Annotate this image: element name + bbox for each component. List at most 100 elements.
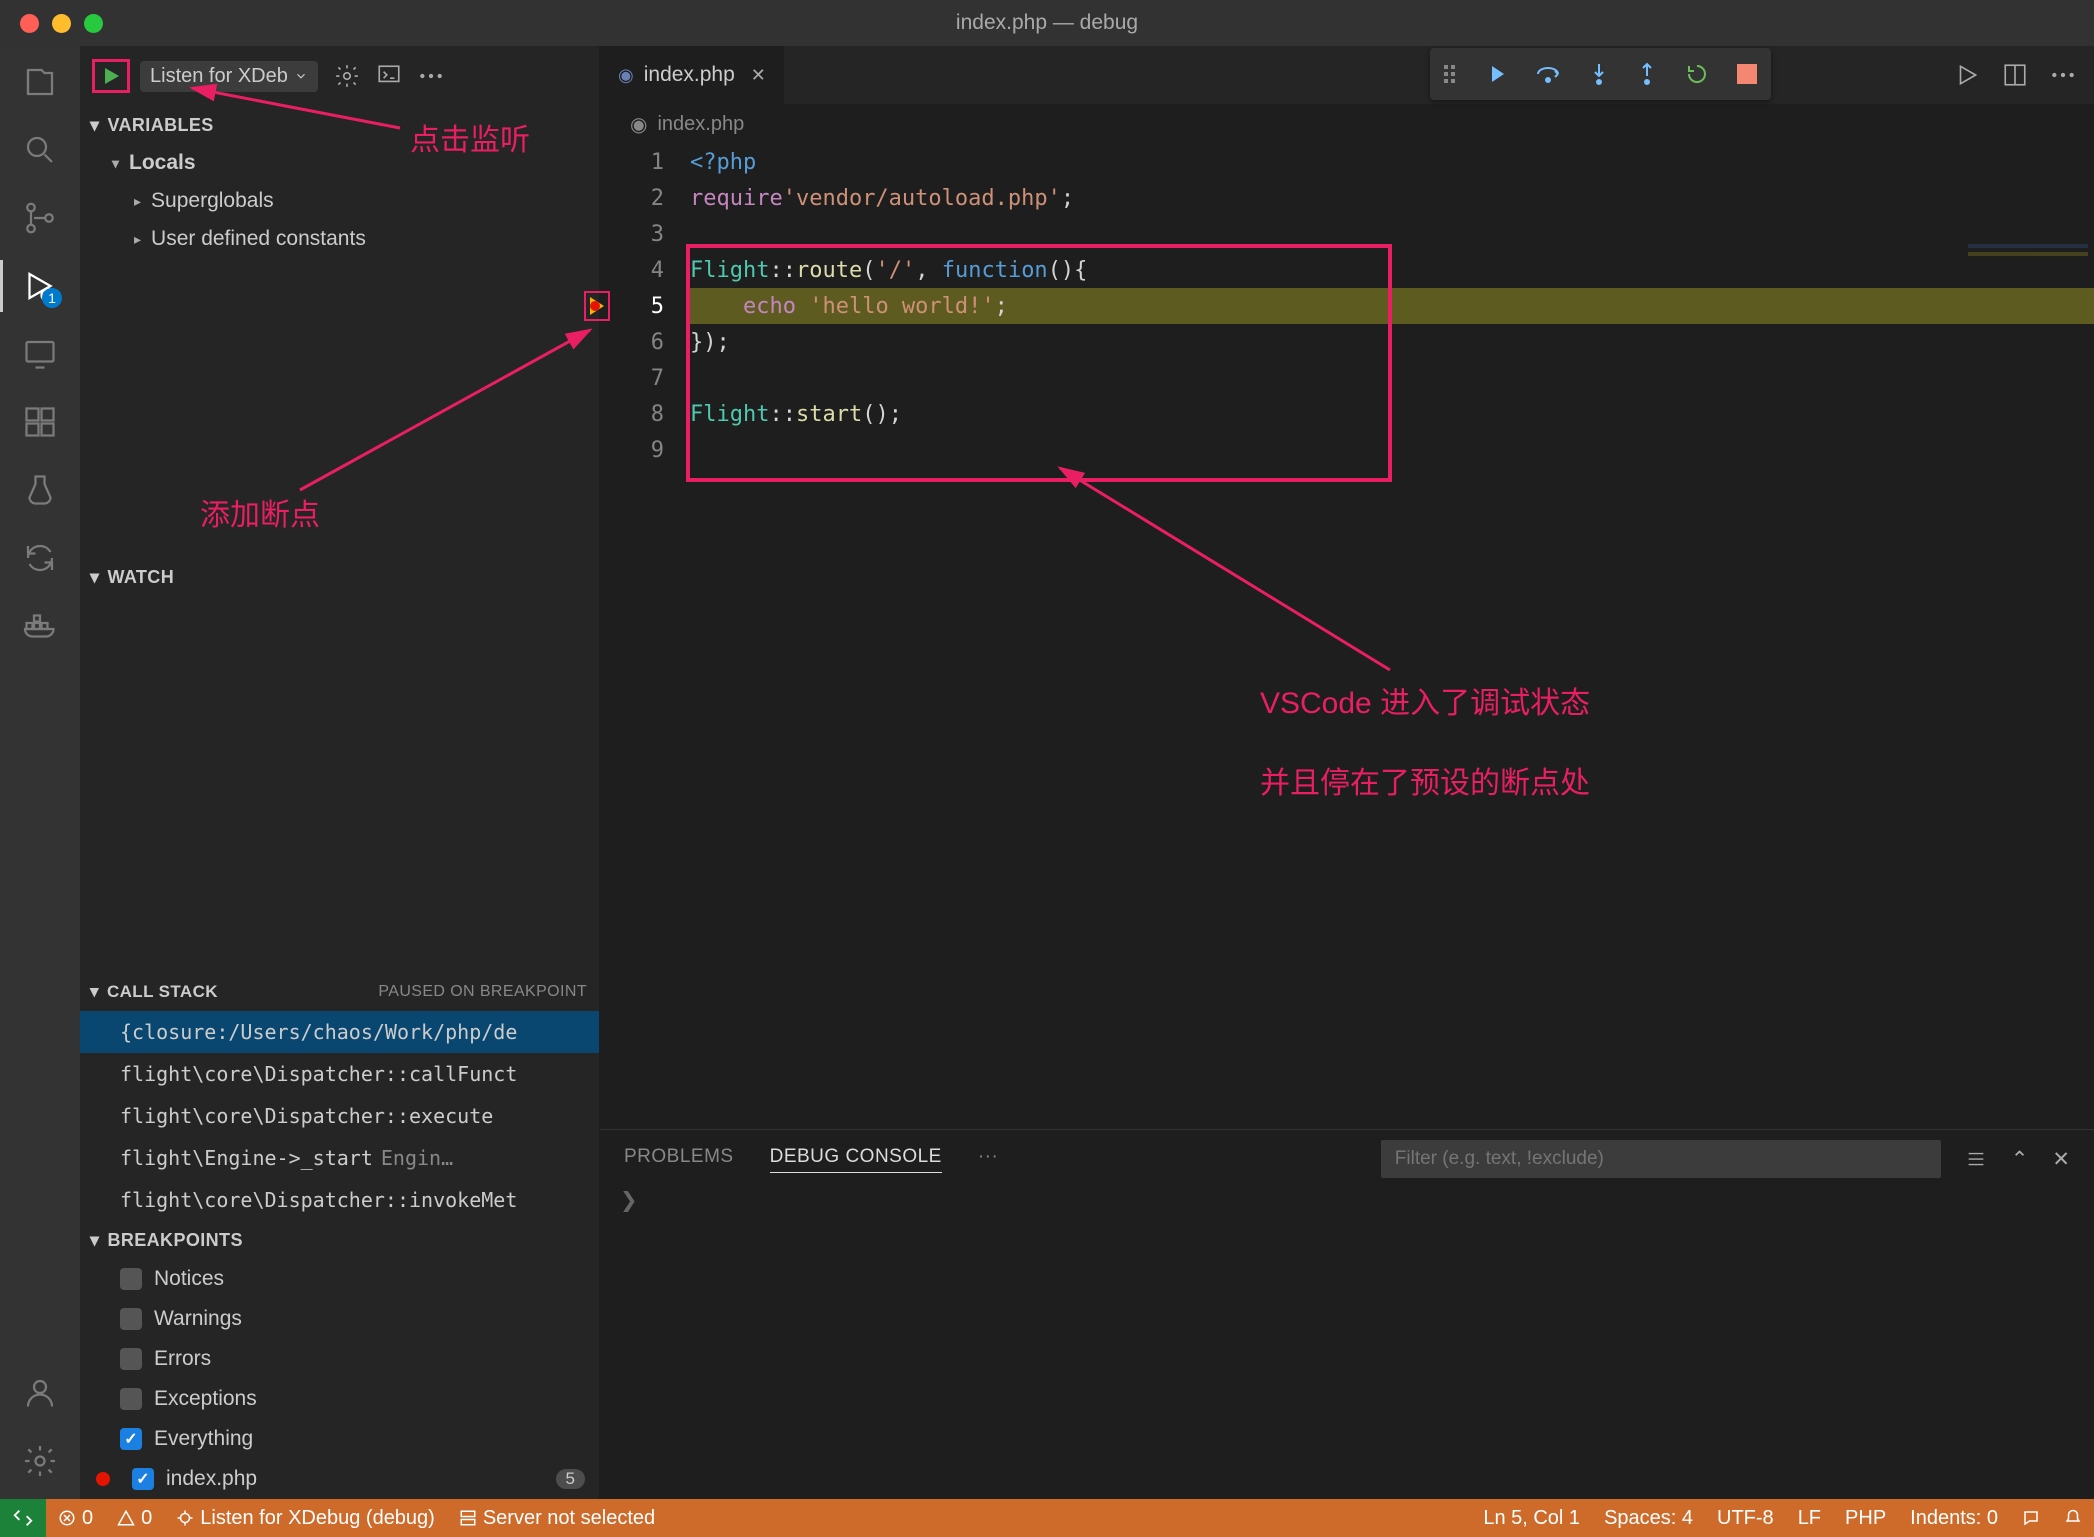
remote-indicator[interactable]: [0, 1499, 46, 1537]
code-editor[interactable]: <?php require 'vendor/autoload.php'; Fli…: [690, 144, 2094, 1129]
breadcrumb[interactable]: ◉ index.php: [600, 104, 2094, 144]
annotation-debug-state-2: 并且停在了预设的断点处: [1260, 758, 1590, 802]
debug-console-body[interactable]: ❯: [600, 1188, 2094, 1499]
panel-tab-debug-console[interactable]: DEBUG CONSOLE: [770, 1146, 942, 1173]
breakpoint-item[interactable]: Exceptions: [80, 1379, 599, 1419]
checkbox-icon[interactable]: ✓: [132, 1468, 154, 1490]
variables-scope[interactable]: ▸Superglobals: [80, 182, 599, 220]
gear-icon[interactable]: [334, 63, 360, 89]
step-out-icon[interactable]: [1637, 62, 1657, 86]
clear-console-icon[interactable]: [1965, 1148, 1987, 1170]
status-debug-config[interactable]: Listen for XDebug (debug): [164, 1499, 447, 1537]
callstack-frame[interactable]: flight\Engine->_startEngin…: [80, 1137, 599, 1179]
line-number: 5: [600, 288, 690, 324]
callstack-frame[interactable]: flight\core\Dispatcher::execute: [80, 1095, 599, 1137]
source-control-icon[interactable]: [20, 198, 60, 238]
breakpoints-section-header[interactable]: ▾BREAKPOINTS: [80, 1221, 599, 1259]
status-indent[interactable]: Spaces: 4: [1592, 1499, 1705, 1537]
debug-config-label: Listen for XDeb: [150, 65, 288, 88]
breakpoint-item[interactable]: ✓index.php5: [80, 1459, 599, 1499]
line-number: 9: [600, 432, 690, 468]
annotation-debug-state-1: VSCode 进入了调试状态: [1260, 678, 1590, 722]
status-warnings[interactable]: 0: [105, 1499, 164, 1537]
titlebar: index.php — debug: [0, 0, 2094, 46]
checkbox-icon[interactable]: [120, 1308, 142, 1330]
docker-icon[interactable]: [20, 606, 60, 646]
activity-bar: 1: [0, 46, 80, 1499]
editor-tab[interactable]: ◉ index.php ✕: [600, 46, 785, 104]
extensions-icon[interactable]: [20, 402, 60, 442]
breakpoint-item[interactable]: Notices: [80, 1259, 599, 1299]
callstack-section-header[interactable]: ▾CALL STACKPAUSED ON BREAKPOINT: [80, 973, 599, 1011]
breakpoint-item[interactable]: ✓Everything: [80, 1419, 599, 1459]
line-gutter[interactable]: 1 2 3 4 5 6 7 8 9: [600, 144, 690, 1129]
search-icon[interactable]: [20, 130, 60, 170]
panel-tab-problems[interactable]: PROBLEMS: [624, 1146, 734, 1172]
callstack-frame[interactable]: flight\core\Dispatcher::invokeMet: [80, 1179, 599, 1221]
debug-console-filter-input[interactable]: [1381, 1140, 1941, 1178]
callstack-frame[interactable]: flight\core\Dispatcher::callFunct: [80, 1053, 599, 1095]
status-errors[interactable]: 0: [46, 1499, 105, 1537]
step-into-icon[interactable]: [1589, 62, 1609, 86]
minimap[interactable]: [1968, 244, 2088, 304]
restart-icon[interactable]: [1685, 62, 1709, 86]
status-encoding[interactable]: UTF-8: [1705, 1499, 1786, 1537]
more-icon[interactable]: [2050, 71, 2076, 79]
remote-explorer-icon[interactable]: [20, 334, 60, 374]
run-debug-icon[interactable]: 1: [20, 266, 60, 306]
refresh-icon[interactable]: [20, 538, 60, 578]
line-number: 8: [600, 396, 690, 432]
breakpoint-item[interactable]: Errors: [80, 1339, 599, 1379]
notifications-icon[interactable]: [2052, 1499, 2094, 1537]
status-cursor-position[interactable]: Ln 5, Col 1: [1471, 1499, 1592, 1537]
debug-toolbar[interactable]: [1430, 48, 1771, 100]
minimize-window-button[interactable]: [52, 14, 71, 33]
close-window-button[interactable]: [20, 14, 39, 33]
accounts-icon[interactable]: [20, 1373, 60, 1413]
bottom-panel: PROBLEMS DEBUG CONSOLE ··· ⌃ ✕ ❯: [600, 1129, 2094, 1499]
zoom-window-button[interactable]: [84, 14, 103, 33]
status-server[interactable]: Server not selected: [447, 1499, 667, 1537]
watch-section-header[interactable]: ▾WATCH: [80, 558, 599, 596]
tab-label: index.php: [644, 63, 735, 87]
callstack-frame[interactable]: {closure:/Users/chaos/Work/php/de: [80, 1011, 599, 1053]
chevron-up-icon[interactable]: ⌃: [2011, 1147, 2029, 1172]
variables-scope[interactable]: ▸User defined constants: [80, 220, 599, 258]
checkbox-icon[interactable]: [120, 1268, 142, 1290]
annotation-add-breakpoint: 添加断点: [200, 490, 320, 534]
statusbar: 0 0 Listen for XDebug (debug) Server not…: [0, 1499, 2094, 1537]
line-number: 7: [600, 360, 690, 396]
stop-icon[interactable]: [1737, 64, 1757, 84]
split-editor-icon[interactable]: [2002, 62, 2028, 88]
status-language[interactable]: PHP: [1833, 1499, 1898, 1537]
step-over-icon[interactable]: [1535, 64, 1561, 84]
feedback-icon[interactable]: [2010, 1499, 2052, 1537]
checkbox-icon[interactable]: [120, 1388, 142, 1410]
window-title: index.php — debug: [956, 11, 1138, 35]
close-panel-icon[interactable]: ✕: [2052, 1147, 2070, 1172]
settings-gear-icon[interactable]: [20, 1441, 60, 1481]
testing-icon[interactable]: [20, 470, 60, 510]
explorer-icon[interactable]: [20, 62, 60, 102]
annotation-click-listen: 点击监听: [410, 115, 530, 159]
checkbox-icon[interactable]: [120, 1348, 142, 1370]
line-number: 1: [600, 144, 690, 180]
start-debug-button[interactable]: [92, 59, 130, 93]
status-indents[interactable]: Indents: 0: [1898, 1499, 2010, 1537]
run-icon[interactable]: [1954, 62, 1980, 88]
breakpoint-dot-icon: [96, 1472, 110, 1486]
debug-sidebar: Listen for XDeb ▾VARIABLES ▾Locals ▸Supe…: [80, 46, 600, 1499]
debug-badge: 1: [42, 288, 62, 308]
close-tab-icon[interactable]: ✕: [751, 65, 766, 86]
more-icon[interactable]: [418, 71, 444, 81]
debug-config-select[interactable]: Listen for XDeb: [140, 61, 318, 92]
continue-icon[interactable]: [1483, 62, 1507, 86]
drag-handle-icon[interactable]: [1444, 65, 1455, 83]
debug-console-shortcut-icon[interactable]: [376, 63, 402, 89]
prompt-chevron-icon: ❯: [620, 1189, 638, 1212]
breakpoint-item[interactable]: Warnings: [80, 1299, 599, 1339]
php-file-icon: ◉: [618, 65, 634, 86]
checkbox-icon[interactable]: ✓: [120, 1428, 142, 1450]
more-icon[interactable]: ···: [978, 1146, 998, 1172]
status-eol[interactable]: LF: [1786, 1499, 1833, 1537]
